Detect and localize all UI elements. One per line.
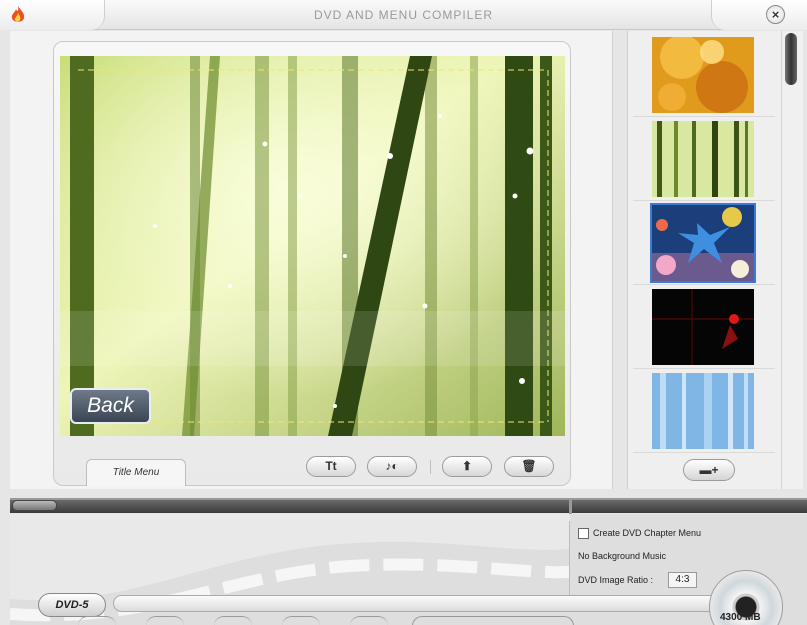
tab-title-menu[interactable]: Title Menu: [86, 459, 186, 486]
move-up-button[interactable]: ⬆: [442, 456, 492, 477]
list-item[interactable]: [633, 117, 775, 201]
list-item[interactable]: [633, 33, 775, 117]
trash-icon: 🗑: [521, 459, 537, 473]
bottom-button[interactable]: [350, 616, 388, 625]
background-music-label[interactable]: No Background Music: [578, 551, 666, 561]
arrow-up-icon: ⬆: [461, 459, 473, 473]
add-text-button[interactable]: Tt: [306, 456, 356, 477]
list-item[interactable]: [633, 369, 775, 453]
image-ratio-label: DVD Image Ratio :: [578, 575, 654, 585]
thumbnail-bamboo[interactable]: [652, 121, 754, 197]
background-thumbnail-list: [633, 33, 775, 453]
thumbnail-dark-red[interactable]: [652, 289, 754, 365]
bottom-action-button[interactable]: [412, 616, 574, 625]
music-icon: ♪◐: [385, 459, 399, 473]
bottom-button[interactable]: [282, 616, 320, 625]
list-item[interactable]: [633, 201, 775, 285]
add-icon: ▬+: [699, 463, 719, 477]
window-title: DVD AND MENU COMPILER: [313, 8, 494, 22]
timeline-track[interactable]: [10, 498, 807, 513]
thumbnail-autumn-leaves[interactable]: [652, 37, 754, 113]
text-icon: Tt: [325, 459, 337, 473]
timeline-handle[interactable]: [12, 500, 57, 511]
scrollbar-thumb[interactable]: [785, 33, 797, 85]
thumbnail-ice[interactable]: [652, 373, 754, 449]
bottom-button[interactable]: [146, 616, 184, 625]
timeline-divider: [569, 498, 572, 515]
add-background-button[interactable]: ▬+: [683, 459, 735, 481]
bottom-button[interactable]: [214, 616, 252, 625]
thumbnail-scrollbar[interactable]: [781, 31, 803, 489]
delete-button[interactable]: 🗑: [504, 456, 554, 477]
capacity-bar: [113, 595, 721, 612]
create-chapter-menu-checkbox[interactable]: [578, 528, 589, 539]
bottom-button[interactable]: [78, 616, 116, 625]
list-item[interactable]: [633, 285, 775, 369]
disc-capacity-label: 4300 MB: [720, 612, 761, 623]
create-chapter-menu-label: Create DVD Chapter Menu: [593, 528, 702, 538]
disc-type-button[interactable]: DVD-5: [38, 593, 106, 617]
menu-preview-background: [60, 56, 565, 436]
title-bar: DVD AND MENU COMPILER ×: [0, 0, 807, 30]
toolbar-divider: [430, 460, 431, 474]
image-ratio-select[interactable]: 4:3: [668, 572, 697, 588]
close-icon: ×: [771, 7, 780, 22]
thumbnail-coral-reef[interactable]: [650, 203, 756, 283]
add-music-button[interactable]: ♪◐: [367, 456, 417, 477]
close-button[interactable]: ×: [766, 5, 785, 24]
back-button-preview[interactable]: Back: [70, 388, 151, 424]
